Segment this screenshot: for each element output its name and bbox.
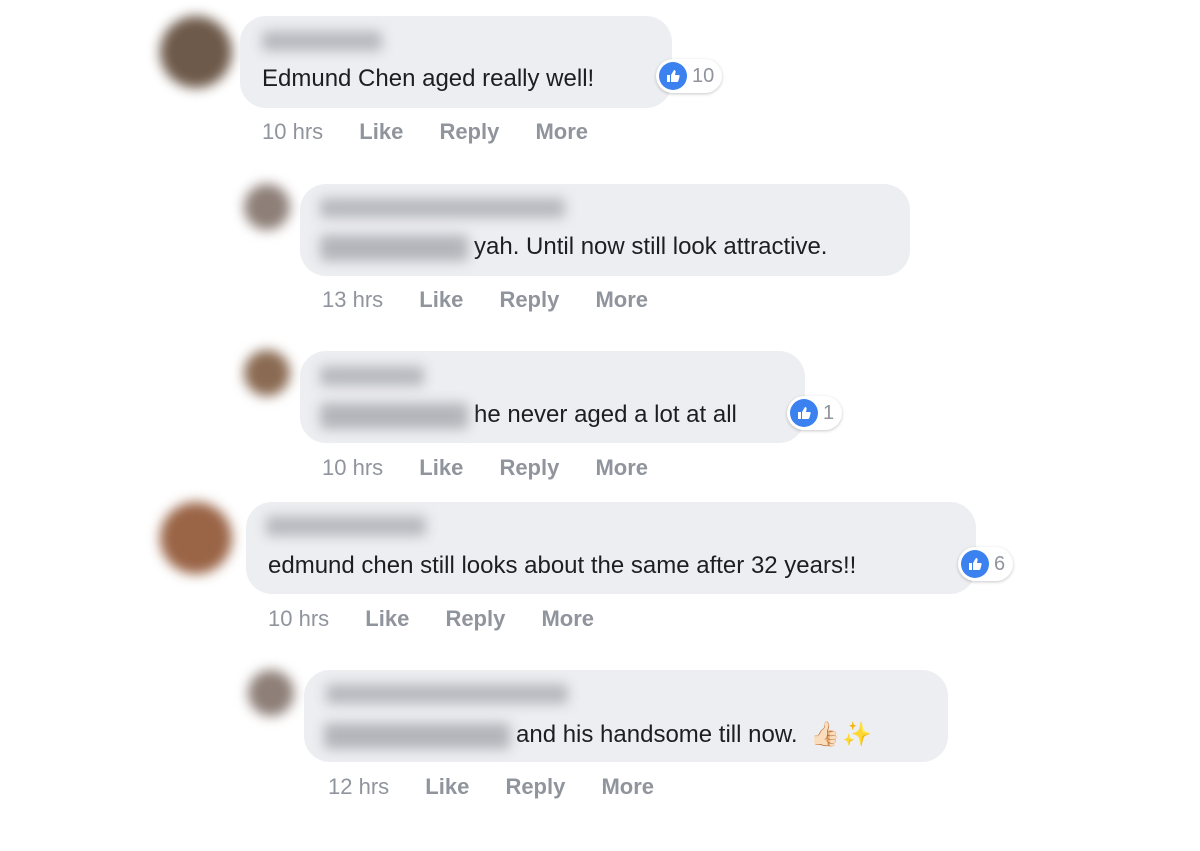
comment-meta: 13 hrs Like Reply More	[322, 287, 678, 313]
avatar[interactable]	[160, 16, 232, 88]
author-name-blurred[interactable]	[326, 684, 568, 704]
comment-text: edmund chen still looks about the same a…	[268, 552, 857, 579]
more-link[interactable]: More	[595, 455, 648, 480]
more-link[interactable]: More	[535, 119, 588, 144]
reply-link[interactable]: Reply	[499, 287, 559, 312]
thumbs-up-emoji-icon: 👍🏻	[810, 721, 841, 748]
avatar[interactable]	[160, 502, 232, 574]
mention-tag-blurred[interactable]	[324, 722, 510, 749]
thumbs-up-icon	[659, 62, 687, 90]
timestamp[interactable]: 12 hrs	[328, 774, 389, 799]
more-link[interactable]: More	[541, 606, 594, 631]
like-link[interactable]: Like	[365, 606, 409, 631]
author-name-blurred[interactable]	[266, 516, 426, 536]
avatar[interactable]	[244, 184, 290, 230]
comment-meta: 10 hrs Like Reply More	[262, 119, 618, 145]
timestamp[interactable]: 10 hrs	[322, 455, 383, 480]
comment-bubble	[240, 16, 672, 108]
reply-link[interactable]: Reply	[499, 455, 559, 480]
timestamp[interactable]: 10 hrs	[262, 119, 323, 144]
comment-text: yah. Until now still look attractive.	[320, 232, 827, 262]
comment-body: yah. Until now still look attractive.	[474, 233, 828, 260]
reply-link[interactable]: Reply	[439, 119, 499, 144]
comment-meta: 10 hrs Like Reply More	[322, 455, 678, 481]
timestamp[interactable]: 13 hrs	[322, 287, 383, 312]
like-link[interactable]: Like	[359, 119, 403, 144]
timestamp[interactable]: 10 hrs	[268, 606, 329, 631]
mention-tag-blurred[interactable]	[320, 234, 468, 261]
thumbs-up-icon	[790, 399, 818, 427]
comment-text: he never aged a lot at all	[320, 400, 737, 430]
mention-tag-blurred[interactable]	[320, 402, 468, 429]
sparkles-emoji-icon: ✨	[842, 721, 872, 748]
reaction-count: 1	[823, 401, 835, 424]
more-link[interactable]: More	[601, 774, 654, 799]
avatar[interactable]	[248, 670, 294, 716]
reply-link[interactable]: Reply	[445, 606, 505, 631]
more-link[interactable]: More	[595, 287, 648, 312]
author-name-blurred[interactable]	[320, 366, 424, 386]
comment-text: Edmund Chen aged really well!	[262, 65, 595, 92]
avatar[interactable]	[244, 350, 290, 396]
reply-link[interactable]: Reply	[505, 774, 565, 799]
like-link[interactable]: Like	[419, 287, 463, 312]
reaction-count: 6	[994, 552, 1006, 575]
reaction-count: 10	[692, 64, 715, 87]
comment-body: he never aged a lot at all	[474, 401, 737, 428]
comment-body: and his handsome till now.	[516, 721, 798, 748]
comment-meta: 10 hrs Like Reply More	[268, 606, 624, 632]
reaction-badge[interactable]: 1	[787, 396, 843, 430]
thumbs-up-icon	[961, 550, 989, 578]
reaction-badge[interactable]: 10	[656, 59, 723, 93]
author-name-blurred[interactable]	[320, 198, 565, 218]
like-link[interactable]: Like	[425, 774, 469, 799]
like-link[interactable]: Like	[419, 455, 463, 480]
comment-meta: 12 hrs Like Reply More	[328, 774, 684, 800]
reaction-badge[interactable]: 6	[958, 547, 1014, 581]
comment-text: and his handsome till now. 👍🏻✨	[324, 720, 872, 750]
author-name-blurred[interactable]	[262, 31, 382, 51]
